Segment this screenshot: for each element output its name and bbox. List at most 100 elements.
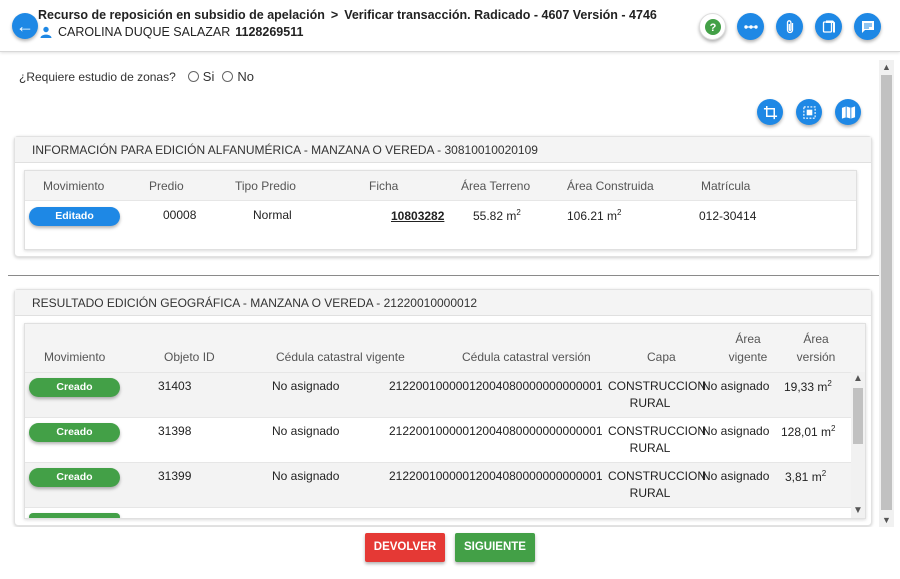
content-area: ¿Requiere estudio de zonas? Si No INFORM… (0, 53, 880, 527)
capa-line-1: CONSTRUCCION (608, 469, 706, 483)
devolver-button[interactable]: DEVOLVER (365, 533, 445, 562)
capa-cell: CONSTRUCCION RURAL (608, 424, 706, 455)
scroll-thumb[interactable] (881, 75, 892, 510)
table-row: Creado 31398 No asignado 212200100000120… (25, 417, 853, 462)
column-header: Área (735, 332, 761, 346)
more-icon[interactable] (737, 13, 764, 40)
column-header: vigente (728, 350, 768, 364)
column-header: Movimiento (43, 179, 105, 193)
svg-text:?: ? (709, 22, 716, 34)
scroll-thumb[interactable] (853, 388, 863, 444)
alfanumerica-title: INFORMACIÓN PARA EDICIÓN ALFANUMÉRICA - … (15, 137, 871, 163)
breadcrumb: Recurso de reposición en subsidio de ape… (38, 8, 657, 22)
area-version-cell: 19,33 m2 (784, 379, 832, 394)
objeto-id-cell: 31399 (158, 469, 192, 483)
action-bar: DEVOLVER SIGUIENTE (0, 527, 900, 579)
geografica-table: Movimiento Objeto ID Cédula catastral vi… (24, 323, 866, 519)
radio-yes[interactable] (187, 71, 199, 82)
area-exponent: 2 (821, 469, 827, 478)
capa-line-1: CONSTRUCCION (608, 379, 706, 393)
area-version-cell: 3,81 m2 (785, 469, 826, 484)
user-name: CAROLINA DUQUE SALAZAR (58, 25, 231, 39)
capa-line-1: CONSTRUCCION (608, 424, 706, 438)
cedula-version-cell: 21220010000012004080000000000001 (389, 469, 603, 483)
scroll-down-icon[interactable]: ▼ (851, 504, 865, 518)
breadcrumb-separator: > (330, 8, 339, 22)
area-vigente-cell: No asignado (702, 379, 770, 393)
cedula-version-cell: 21220010000012004080000000000001 (389, 424, 603, 438)
table-row: Creado 31403 No asignado 212200100000120… (25, 372, 853, 417)
column-header: Área Construida (567, 179, 654, 193)
siguiente-button[interactable]: SIGUIENTE (455, 533, 535, 562)
capa-line-2: RURAL (629, 396, 671, 410)
column-header: versión (796, 350, 836, 364)
help-icon[interactable]: ? (699, 13, 726, 40)
geografica-card: RESULTADO EDICIÓN GEOGRÁFICA - MANZANA O… (14, 289, 872, 526)
area-version-cell: 128,01 m2 (781, 424, 836, 439)
capa-cell: CONSTRUCCION RURAL (608, 469, 706, 500)
back-arrow-icon[interactable]: ← (12, 13, 38, 39)
table-scrollbar[interactable]: ▲ ▼ (851, 372, 865, 518)
column-header: Predio (149, 179, 184, 193)
area-terreno-cell: 55.82 m2 (473, 208, 521, 223)
breadcrumb-current: Verificar transacción. Radicado - 4607 V… (344, 8, 657, 22)
breadcrumb-process[interactable]: Recurso de reposición en subsidio de ape… (38, 8, 325, 22)
capa-line-2: RURAL (629, 441, 671, 455)
area-construida-value: 106.21 m (567, 209, 618, 223)
area-exponent: 2 (617, 208, 622, 217)
objeto-id-cell: 31403 (158, 379, 192, 393)
column-header: Tipo Predio (235, 179, 296, 193)
scroll-down-icon[interactable]: ▼ (879, 513, 894, 527)
capa-line-2: RURAL (629, 486, 671, 500)
area-vigente-cell: No asignado (702, 424, 770, 438)
area-vigente-cell: No asignado (702, 469, 770, 483)
ficha-link[interactable]: 10803282 (391, 209, 444, 223)
column-header: Movimiento (44, 350, 106, 364)
radio-no[interactable] (222, 71, 234, 82)
top-bar: ← Recurso de reposición en subsidio de a… (0, 0, 900, 52)
area-version-value: 19,33 m (784, 380, 828, 394)
user-icon (40, 26, 52, 38)
user-id: 1128269511 (235, 25, 304, 39)
comment-icon[interactable] (854, 13, 881, 40)
area-version-value: 3,81 m (785, 470, 822, 484)
cedula-version-cell: 21220010000012004080000000000001 (389, 379, 603, 393)
area-exponent: 2 (827, 379, 832, 388)
alfanumerica-card: INFORMACIÓN PARA EDICIÓN ALFANUMÉRICA - … (14, 136, 872, 257)
capa-cell: CONSTRUCCION RURAL (608, 379, 706, 410)
table-row (25, 507, 853, 518)
area-version-value: 128,01 m (781, 425, 832, 439)
status-badge[interactable]: Creado (29, 423, 120, 442)
page-scrollbar[interactable]: ▲ ▼ (879, 60, 894, 527)
table-row: Creado 31399 No asignado 212200100000120… (25, 462, 853, 507)
status-badge[interactable]: Editado (29, 207, 120, 226)
area-construida-cell: 106.21 m2 (567, 208, 622, 223)
tipo-predio-cell: Normal (253, 208, 292, 222)
scroll-up-icon[interactable]: ▲ (879, 60, 894, 74)
alfanumerica-table: Movimiento Predio Tipo Predio Ficha Área… (24, 170, 857, 250)
column-header: Ficha (369, 179, 399, 193)
radio-yes-label[interactable]: Si (203, 69, 215, 84)
column-header: Capa (647, 350, 676, 364)
map-icon[interactable] (835, 99, 861, 125)
status-badge[interactable]: Creado (29, 468, 120, 487)
attach-icon[interactable] (776, 13, 803, 40)
radio-no-label[interactable]: No (237, 69, 254, 84)
crop-icon[interactable] (757, 99, 783, 125)
copy-icon[interactable] (815, 13, 842, 40)
column-header: Objeto ID (164, 350, 215, 364)
select-icon[interactable] (796, 99, 822, 125)
column-header: Cédula catastral versión (462, 350, 591, 364)
geografica-title: RESULTADO EDICIÓN GEOGRÁFICA - MANZANA O… (15, 290, 871, 316)
scroll-up-icon[interactable]: ▲ (851, 372, 865, 386)
zones-question-label: ¿Requiere estudio de zonas? (19, 69, 176, 84)
area-exponent: 2 (831, 424, 836, 433)
area-exponent: 2 (516, 208, 521, 217)
status-badge[interactable] (29, 513, 120, 518)
matricula-cell: 012-30414 (699, 209, 757, 223)
column-header: Área (803, 332, 829, 346)
status-badge[interactable]: Creado (29, 378, 120, 397)
objeto-id-cell: 31398 (158, 424, 192, 438)
table-row: Editado 00008 Normal 10803282 55.82 m2 1… (25, 200, 856, 230)
zones-question: ¿Requiere estudio de zonas? Si No (19, 69, 254, 84)
